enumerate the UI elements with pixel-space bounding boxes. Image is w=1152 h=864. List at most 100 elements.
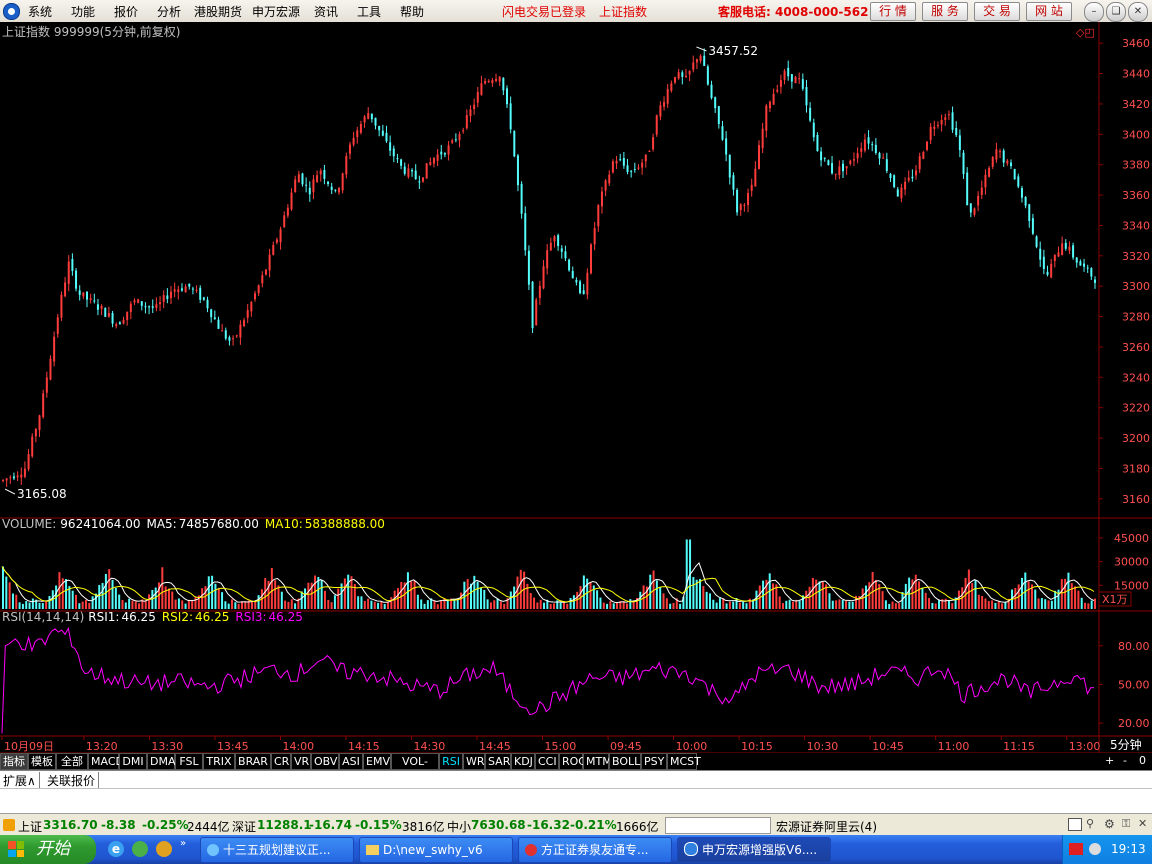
indicator-tab-emv[interactable]: EMV bbox=[363, 753, 391, 770]
indicator-tab-cci[interactable]: CCI bbox=[535, 753, 559, 770]
task-button-fangzheng[interactable]: 方正证券泉友通专... bbox=[518, 837, 672, 863]
website-button[interactable]: 网 站 bbox=[1026, 2, 1072, 21]
sz-index-name[interactable]: 深证 bbox=[232, 818, 256, 835]
indicator-tab-cr[interactable]: CR bbox=[271, 753, 291, 770]
service-button[interactable]: 服 务 bbox=[922, 2, 968, 21]
indicator-tab-指标[interactable]: 指标 bbox=[0, 753, 28, 770]
lower-tab-bar: 扩展∧ 关联报价 bbox=[0, 770, 1152, 789]
indicator-tab-vol-tdx[interactable]: VOL-TDX bbox=[391, 753, 439, 783]
restore-icon[interactable]: ❑ bbox=[1106, 2, 1126, 22]
trade-button[interactable]: 交 易 bbox=[974, 2, 1020, 21]
indicator-tab-sar[interactable]: SAR bbox=[485, 753, 511, 770]
index-notice[interactable]: 上证指数 bbox=[599, 3, 647, 20]
chart-area[interactable]: 3457.52 3165.08 3460 3440 3420 3400 3380 3360 3… bbox=[0, 22, 1152, 753]
volume-bar bbox=[337, 588, 340, 609]
zoom-reset-button[interactable]: 0 bbox=[1139, 754, 1146, 767]
tab-expand[interactable]: 扩展∧ bbox=[0, 772, 40, 789]
windows-logo-icon bbox=[8, 841, 24, 857]
ie-icon[interactable]: e bbox=[108, 841, 124, 857]
tray-app-icon[interactable] bbox=[1089, 843, 1101, 855]
menu-item-analysis[interactable]: 分析 bbox=[157, 3, 181, 20]
menu-item-function[interactable]: 功能 bbox=[71, 3, 95, 20]
tab-related-quotes[interactable]: 关联报价 bbox=[44, 772, 100, 789]
candle-body bbox=[977, 195, 980, 206]
indicator-tab-trix[interactable]: TRIX bbox=[203, 753, 235, 770]
close-icon[interactable]: ✕ bbox=[1138, 817, 1150, 831]
menu-item-news[interactable]: 资讯 bbox=[314, 3, 338, 20]
volume-bar bbox=[725, 603, 728, 609]
candle-body bbox=[684, 75, 687, 78]
candle-body bbox=[272, 244, 275, 255]
task-button-plan[interactable]: 十三五规划建议正... bbox=[200, 837, 354, 863]
task-button-folder[interactable]: D:\new_swhy_v6 bbox=[359, 837, 513, 863]
menu-item-help[interactable]: 帮助 bbox=[400, 3, 424, 20]
server-name[interactable]: 宏源证券阿里云(4) bbox=[776, 818, 877, 835]
indicator-tab-rsi[interactable]: RSI bbox=[439, 753, 463, 770]
volume-bar bbox=[177, 598, 180, 609]
indicator-tab-mtm[interactable]: MTM bbox=[583, 753, 612, 770]
indicator-tab-vr[interactable]: VR bbox=[291, 753, 311, 770]
indicator-tab-psy[interactable]: PSY bbox=[641, 753, 667, 770]
indicator-tab-mcst[interactable]: MCST bbox=[667, 753, 701, 770]
trade-login-notice[interactable]: 闪电交易已登录 bbox=[502, 3, 586, 20]
chart-options-icon[interactable]: ◇◰ bbox=[1076, 26, 1095, 39]
flag-icon[interactable] bbox=[1069, 843, 1083, 855]
candle-body bbox=[118, 322, 121, 325]
sh-index-name[interactable]: 上证 bbox=[18, 818, 42, 835]
indicator-tab-roc[interactable]: ROC bbox=[559, 753, 586, 770]
sme-index-name[interactable]: 中小 bbox=[447, 818, 471, 835]
media-icon[interactable] bbox=[156, 841, 172, 857]
indicator-tab-全部[interactable]: 全部 bbox=[56, 753, 88, 770]
volume-bar bbox=[317, 576, 320, 609]
start-button[interactable]: 开始 bbox=[0, 835, 96, 864]
price-tick-label: 3400 bbox=[1122, 128, 1150, 141]
quicklaunch-more-icon[interactable]: » bbox=[180, 838, 186, 849]
menu-item-system[interactable]: 系统 bbox=[28, 3, 52, 20]
menu-item-swhy[interactable]: 申万宏源 bbox=[252, 3, 300, 20]
indicator-tab-kdj[interactable]: KDJ bbox=[511, 753, 535, 770]
volume-bar bbox=[629, 599, 632, 609]
candle-body bbox=[264, 269, 267, 275]
indicator-tab-asi[interactable]: ASI bbox=[339, 753, 363, 770]
menu-item-quote[interactable]: 报价 bbox=[114, 3, 138, 20]
indicator-tab-macd[interactable]: MACD bbox=[88, 753, 124, 770]
window-icon[interactable] bbox=[1068, 818, 1082, 831]
volume-bar bbox=[503, 603, 506, 609]
volume-bar bbox=[851, 601, 854, 609]
candle-body bbox=[834, 173, 837, 175]
volume-bar bbox=[791, 601, 794, 609]
indicator-tab-brar[interactable]: BRAR bbox=[235, 753, 271, 770]
volume-bar bbox=[5, 576, 8, 609]
task-button-swhy[interactable]: 申万宏源增强版V6.... bbox=[677, 837, 831, 863]
indicator-tab-obv[interactable]: OBV bbox=[311, 753, 339, 770]
time-tick-label: 14:45 bbox=[479, 740, 511, 753]
candle-body bbox=[940, 119, 943, 125]
candle-body bbox=[1050, 263, 1053, 278]
candle-body bbox=[549, 242, 552, 251]
period-label[interactable]: 5分钟 bbox=[1110, 737, 1142, 752]
menu-item-tools[interactable]: 工具 bbox=[357, 3, 381, 20]
indicator-tab-boll[interactable]: BOLL bbox=[609, 753, 641, 770]
browser-icon[interactable] bbox=[132, 841, 148, 857]
zoom-out-button[interactable]: - bbox=[1123, 754, 1127, 767]
rsi-tick-label: 80.00 bbox=[1118, 640, 1150, 653]
candle-body bbox=[454, 139, 457, 141]
indicator-tab-dma[interactable]: DMA bbox=[147, 753, 176, 770]
candle-body bbox=[1039, 248, 1042, 260]
indicator-tab-模板[interactable]: 模板 bbox=[28, 753, 56, 770]
volume-bar bbox=[1074, 586, 1077, 609]
indicator-tab-dmi[interactable]: DMI bbox=[119, 753, 147, 770]
candle-body bbox=[999, 151, 1002, 153]
volume-bar bbox=[257, 595, 260, 609]
indicator-tab-fsl[interactable]: FSL bbox=[175, 753, 203, 770]
indicator-tab-wr[interactable]: WR bbox=[463, 753, 485, 770]
volume-bar bbox=[367, 598, 370, 609]
volume-bar bbox=[529, 593, 532, 609]
close-icon[interactable]: ✕ bbox=[1128, 2, 1148, 22]
minimize-icon[interactable]: – bbox=[1084, 2, 1104, 22]
quote-service-button[interactable]: 行 情 bbox=[870, 2, 916, 21]
zoom-in-button[interactable]: + bbox=[1105, 754, 1114, 767]
volume-bar bbox=[224, 601, 227, 609]
menu-item-hk-futures[interactable]: 港股期货 bbox=[194, 3, 242, 20]
settings-icon[interactable]: ⚙ bbox=[1104, 817, 1118, 831]
